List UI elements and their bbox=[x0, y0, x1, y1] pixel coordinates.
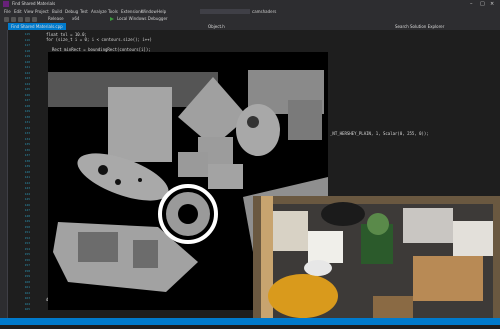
menu-tools[interactable]: Tools bbox=[108, 8, 118, 15]
close-icon[interactable]: × bbox=[490, 1, 494, 7]
line-number: 144 bbox=[24, 191, 30, 196]
line-number: 129 bbox=[24, 109, 30, 113]
line-number: 140 bbox=[24, 169, 30, 174]
save-icon[interactable] bbox=[25, 17, 30, 22]
line-number: 155 bbox=[24, 252, 30, 256]
debugger-button[interactable]: Local Windows Debugger bbox=[117, 16, 168, 22]
line-number: 121 bbox=[24, 65, 30, 69]
camera-photo-window bbox=[253, 196, 500, 325]
config-select[interactable]: Release bbox=[48, 16, 64, 22]
line-number-gutter: 115 116 117 118 119 120 121 122 123 124 125 126 127 1… bbox=[8, 30, 38, 325]
menu-analyze[interactable]: Analyze bbox=[91, 8, 107, 15]
line-number: 152 bbox=[24, 235, 30, 240]
solution-explorer-search[interactable]: Search Solution Explorer bbox=[392, 23, 447, 30]
search-text: camshaders bbox=[252, 9, 277, 14]
line-number: 125 bbox=[24, 87, 30, 91]
play-icon[interactable] bbox=[110, 17, 114, 21]
platform-select[interactable]: x64 bbox=[72, 16, 79, 22]
line-number: 162 bbox=[24, 290, 30, 295]
line-number: 151 bbox=[24, 230, 30, 234]
menu-project[interactable]: Project bbox=[35, 8, 49, 15]
line-number: 134 bbox=[24, 136, 30, 141]
forward-icon[interactable] bbox=[11, 17, 16, 22]
line-number: 115 bbox=[24, 32, 30, 36]
line-number: 154 bbox=[24, 246, 30, 251]
line-number: 145 bbox=[24, 197, 30, 201]
line-number: 130 bbox=[24, 114, 30, 119]
line-number: 131 bbox=[24, 120, 30, 124]
menu-extensions[interactable]: Extensions bbox=[121, 8, 143, 15]
line-number: 143 bbox=[24, 186, 30, 190]
line-number: 157 bbox=[24, 263, 30, 267]
open-icon[interactable] bbox=[18, 17, 23, 22]
line-number: 118 bbox=[24, 48, 30, 53]
line-number: 141 bbox=[24, 175, 30, 179]
line-number: 132 bbox=[24, 125, 30, 130]
left-tool-strip bbox=[0, 30, 8, 325]
tab-row: Find Shared Materials.cpp Object.h Searc… bbox=[0, 23, 500, 30]
window-title: Find Shared Materials bbox=[12, 1, 56, 6]
line-number: 123 bbox=[24, 76, 30, 80]
line-number: 160 bbox=[24, 279, 30, 284]
line-number: 142 bbox=[24, 180, 30, 185]
line-number: 138 bbox=[24, 158, 30, 163]
menu-window[interactable]: Window bbox=[141, 8, 157, 15]
line-number: 161 bbox=[24, 285, 30, 289]
line-number: 150 bbox=[24, 224, 30, 229]
line-number: 147 bbox=[24, 208, 30, 212]
line-number: 139 bbox=[24, 164, 30, 168]
line-number: 146 bbox=[24, 202, 30, 207]
line-number: 158 bbox=[24, 268, 30, 273]
minimize-icon[interactable]: – bbox=[470, 1, 473, 7]
line-number: 136 bbox=[24, 147, 30, 152]
line-number: 133 bbox=[24, 131, 30, 135]
code-line: _NT_HERSHEY_PLAIN, 1, Scalar(0, 255, 0))… bbox=[330, 131, 429, 136]
line-number: 116 bbox=[24, 37, 30, 42]
menu-view[interactable]: View bbox=[24, 8, 34, 15]
line-number: 126 bbox=[24, 92, 30, 97]
line-number: 137 bbox=[24, 153, 30, 157]
menu-help[interactable]: Help bbox=[157, 8, 166, 15]
menu-file[interactable]: File bbox=[4, 8, 11, 15]
line-number: 149 bbox=[24, 219, 30, 223]
line-number: 135 bbox=[24, 142, 30, 146]
line-number: 128 bbox=[24, 103, 30, 108]
line-number: 120 bbox=[24, 59, 30, 64]
menu-test[interactable]: Test bbox=[80, 8, 88, 15]
menu-edit[interactable]: Edit bbox=[14, 8, 22, 15]
maximize-icon[interactable]: □ bbox=[480, 1, 485, 7]
line-number: 153 bbox=[24, 241, 30, 245]
line-number: 164 bbox=[24, 301, 30, 306]
title-bar: Find Shared Materials – □ × bbox=[0, 0, 500, 8]
code-line: for (size_t i = 0; i < contours.size(); … bbox=[46, 37, 152, 42]
line-number: 159 bbox=[24, 274, 30, 278]
menu-build[interactable]: Build bbox=[52, 8, 62, 15]
line-number: 127 bbox=[24, 98, 30, 102]
menu-debug[interactable]: Debug bbox=[65, 8, 78, 15]
line-number: 122 bbox=[24, 70, 30, 75]
search-box[interactable] bbox=[200, 9, 250, 14]
line-number: 165 bbox=[24, 307, 30, 311]
menu-bar: File Edit View Project Build Debug Test … bbox=[0, 8, 500, 15]
line-number: 119 bbox=[24, 54, 30, 58]
camera-photo bbox=[253, 196, 500, 325]
line-number: 124 bbox=[24, 81, 30, 86]
line-number: 156 bbox=[24, 257, 30, 262]
status-bar bbox=[0, 318, 500, 325]
line-number: 148 bbox=[24, 213, 30, 218]
tab-object-h[interactable]: Object.h bbox=[205, 23, 228, 30]
app-logo-icon bbox=[3, 1, 9, 7]
line-number: 117 bbox=[24, 43, 30, 47]
back-icon[interactable] bbox=[4, 17, 9, 22]
undo-icon[interactable] bbox=[32, 17, 37, 22]
line-number: 163 bbox=[24, 296, 30, 300]
tab-main-cpp[interactable]: Find Shared Materials.cpp bbox=[8, 23, 66, 30]
